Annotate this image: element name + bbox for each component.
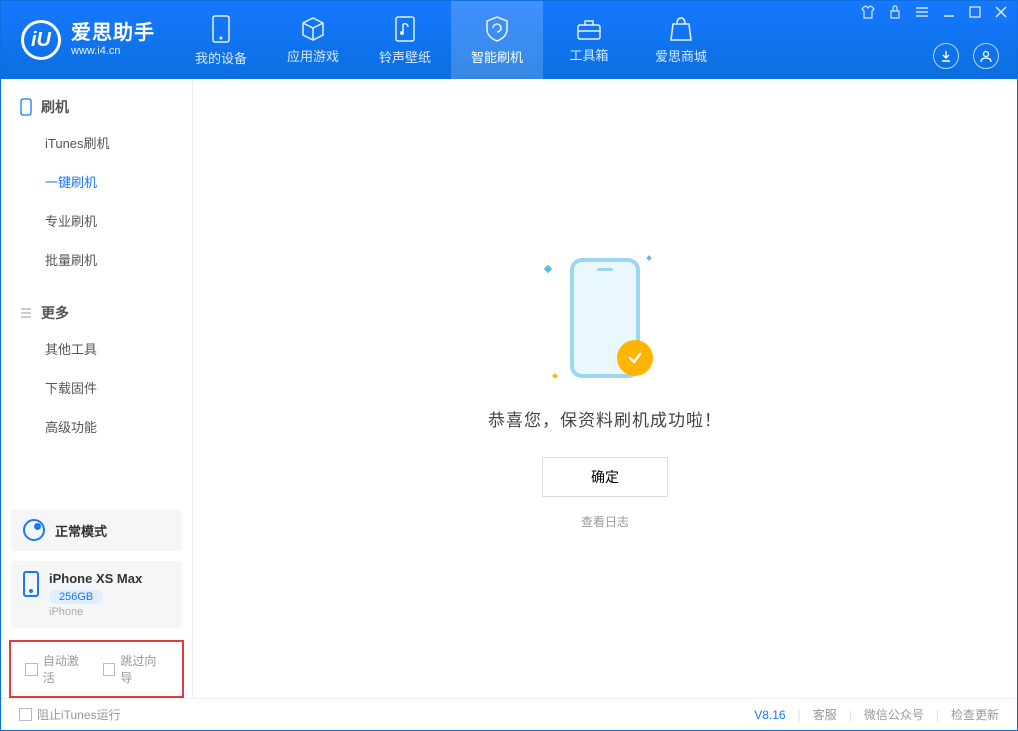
close-icon[interactable] — [995, 6, 1007, 21]
section-title: 更多 — [41, 303, 69, 323]
main-content: 恭喜您，保资料刷机成功啦！ 确定 查看日志 — [193, 79, 1017, 698]
header: iU 爱思助手 www.i4.cn 我的设备 应用游戏 铃声壁纸 智能刷机 — [1, 1, 1017, 79]
tab-label: 我的设备 — [195, 48, 247, 67]
window-controls-top — [861, 5, 1007, 22]
body: 刷机 iTunes刷机 一键刷机 专业刷机 批量刷机 更多 其他工具 下载固件 … — [1, 79, 1017, 698]
device-card[interactable]: iPhone XS Max 256GB iPhone — [11, 561, 182, 628]
version-label: V8.16 — [754, 708, 785, 722]
device-name: iPhone XS Max — [49, 571, 142, 586]
user-icon[interactable] — [973, 43, 999, 69]
device-phone-icon — [23, 571, 39, 597]
checkbox-icon — [103, 663, 116, 676]
header-right-icons — [933, 43, 999, 69]
checkbox-skip-wizard[interactable]: 跳过向导 — [103, 652, 169, 686]
tab-smart-flash[interactable]: 智能刷机 — [451, 1, 543, 79]
sidebar-item-other-tools[interactable]: 其他工具 — [1, 329, 192, 368]
maximize-icon[interactable] — [969, 6, 981, 21]
mode-status-icon — [23, 519, 45, 541]
tab-label: 应用游戏 — [287, 46, 339, 65]
sparkle-icon — [552, 373, 558, 379]
minimize-icon[interactable] — [943, 6, 955, 21]
divider: | — [849, 708, 852, 722]
checkbox-label: 跳过向导 — [120, 652, 168, 686]
checkbox-icon — [25, 663, 38, 676]
footer-link-wechat[interactable]: 微信公众号 — [864, 706, 924, 723]
download-icon[interactable] — [933, 43, 959, 69]
highlighted-checkbox-row: 自动激活 跳过向导 — [9, 640, 184, 698]
footer-link-support[interactable]: 客服 — [813, 706, 837, 723]
menu-icon[interactable] — [915, 6, 929, 21]
device-storage-badge: 256GB — [49, 590, 103, 604]
header-tabs: 我的设备 应用游戏 铃声壁纸 智能刷机 工具箱 爱思商城 — [175, 1, 727, 79]
tab-label: 工具箱 — [569, 45, 608, 64]
footer-right: V8.16 | 客服 | 微信公众号 | 检查更新 — [754, 706, 999, 723]
tab-label: 铃声壁纸 — [379, 47, 431, 66]
tab-store[interactable]: 爱思商城 — [635, 1, 727, 79]
brand-text: 爱思助手 www.i4.cn — [71, 21, 155, 58]
mode-card[interactable]: 正常模式 — [11, 509, 182, 551]
divider: | — [798, 708, 801, 722]
brand-subtitle: www.i4.cn — [71, 45, 155, 58]
check-badge-icon — [617, 340, 653, 376]
ok-button[interactable]: 确定 — [542, 457, 668, 497]
sidebar-item-advanced[interactable]: 高级功能 — [1, 407, 192, 446]
sidebar-item-batch-flash[interactable]: 批量刷机 — [1, 240, 192, 279]
checkbox-auto-activate[interactable]: 自动激活 — [25, 652, 91, 686]
footer: 阻止iTunes运行 V8.16 | 客服 | 微信公众号 | 检查更新 — [1, 698, 1017, 730]
shield-refresh-icon — [484, 15, 510, 43]
checkbox-icon — [19, 708, 32, 721]
success-message: 恭喜您，保资料刷机成功啦！ — [488, 406, 722, 431]
sidebar-item-pro-flash[interactable]: 专业刷机 — [1, 201, 192, 240]
sparkle-icon — [544, 264, 552, 272]
sidebar-item-download-firmware[interactable]: 下载固件 — [1, 368, 192, 407]
tab-label: 爱思商城 — [655, 46, 707, 65]
sidebar-item-itunes-flash[interactable]: iTunes刷机 — [1, 123, 192, 162]
checkbox-stop-itunes[interactable]: 阻止iTunes运行 — [19, 706, 121, 723]
music-file-icon — [393, 15, 417, 43]
checkbox-label: 自动激活 — [43, 652, 91, 686]
device-info: iPhone XS Max 256GB iPhone — [49, 571, 142, 618]
sidebar-cards: 正常模式 iPhone XS Max 256GB iPhone — [1, 509, 192, 638]
list-icon — [19, 306, 33, 320]
mode-label: 正常模式 — [55, 521, 107, 540]
device-small-icon — [19, 98, 33, 116]
bag-icon — [669, 16, 693, 42]
footer-link-update[interactable]: 检查更新 — [951, 706, 999, 723]
brand-logo-icon: iU — [21, 20, 61, 60]
sparkle-icon — [646, 255, 652, 261]
sidebar-item-onekey-flash[interactable]: 一键刷机 — [1, 162, 192, 201]
section-title: 刷机 — [41, 97, 69, 117]
divider: | — [936, 708, 939, 722]
tab-ringtone-wallpaper[interactable]: 铃声壁纸 — [359, 1, 451, 79]
phone-icon — [210, 14, 232, 44]
success-illustration — [535, 248, 675, 388]
tab-my-device[interactable]: 我的设备 — [175, 1, 267, 79]
tab-toolbox[interactable]: 工具箱 — [543, 1, 635, 79]
brand: iU 爱思助手 www.i4.cn — [1, 1, 175, 79]
cube-icon — [300, 16, 326, 42]
lock-icon[interactable] — [889, 5, 901, 22]
sidebar: 刷机 iTunes刷机 一键刷机 专业刷机 批量刷机 更多 其他工具 下载固件 … — [1, 79, 193, 698]
brand-title: 爱思助手 — [71, 21, 155, 45]
toolbox-icon — [575, 17, 603, 41]
tab-apps-games[interactable]: 应用游戏 — [267, 1, 359, 79]
view-log-link[interactable]: 查看日志 — [581, 513, 629, 530]
device-type: iPhone — [49, 606, 142, 618]
app-window: iU 爱思助手 www.i4.cn 我的设备 应用游戏 铃声壁纸 智能刷机 — [0, 0, 1018, 731]
tshirt-icon[interactable] — [861, 5, 875, 22]
checkbox-label: 阻止iTunes运行 — [37, 706, 121, 723]
sidebar-section-flash: 刷机 — [1, 79, 192, 123]
tab-label: 智能刷机 — [471, 47, 523, 66]
sidebar-section-more: 更多 — [1, 285, 192, 329]
